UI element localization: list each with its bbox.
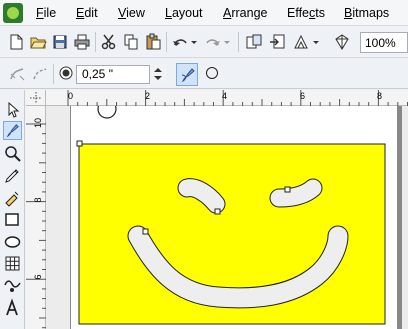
app-logo-icon[interactable] bbox=[3, 3, 23, 23]
graph-paper-tool-icon[interactable] bbox=[3, 254, 22, 273]
nib-width-spinner[interactable] bbox=[149, 65, 166, 84]
node-handle bbox=[76, 140, 83, 147]
ruler-h-label: 8 bbox=[377, 91, 383, 101]
menu-file[interactable]: File bbox=[36, 6, 56, 21]
node-handle bbox=[142, 228, 149, 235]
drawing-canvas[interactable] bbox=[46, 106, 408, 329]
open-icon[interactable] bbox=[29, 33, 47, 51]
ruler-v-label: 8 bbox=[33, 197, 43, 203]
property-bar bbox=[0, 59, 408, 89]
zoom-level-combo[interactable]: 100% bbox=[360, 32, 408, 53]
paste-icon[interactable] bbox=[144, 33, 162, 51]
menu-bitmaps[interactable]: Bitmaps bbox=[344, 6, 389, 21]
ruler-origin-icon bbox=[30, 92, 42, 104]
menu-layout[interactable]: Layout bbox=[165, 6, 203, 21]
auto-close-curve-icon[interactable] bbox=[8, 65, 26, 83]
smudge-tool-icon bbox=[6, 124, 19, 138]
rectangle-tool-icon[interactable] bbox=[3, 210, 22, 229]
ruler-v-label: 10 bbox=[33, 118, 43, 129]
text-tool-icon[interactable] bbox=[3, 298, 22, 317]
menu-bar: File Edit View Layout Arrange Effects Bi… bbox=[0, 0, 408, 26]
horizontal-ruler[interactable]: 0 2 4 6 8 bbox=[46, 90, 408, 106]
cut-icon[interactable] bbox=[100, 33, 118, 51]
zoom-tool-icon[interactable] bbox=[3, 144, 22, 163]
welcome-screen-icon[interactable] bbox=[333, 33, 351, 51]
print-icon[interactable] bbox=[73, 33, 91, 51]
spin-down-icon[interactable] bbox=[154, 76, 162, 80]
toolbox bbox=[0, 90, 25, 329]
import-icon[interactable] bbox=[245, 33, 263, 51]
node-handle bbox=[214, 208, 221, 215]
export-icon[interactable] bbox=[268, 33, 286, 51]
menu-edit[interactable]: Edit bbox=[76, 6, 98, 21]
application-launcher-icon[interactable] bbox=[292, 33, 310, 51]
ruler-h-label: 2 bbox=[145, 91, 151, 101]
vertical-ruler-ticks bbox=[26, 123, 46, 329]
shape-option-circle-icon[interactable] bbox=[206, 67, 218, 79]
launcher-dropdown-icon[interactable] bbox=[312, 33, 320, 51]
smart-fill-tool-icon[interactable] bbox=[3, 188, 22, 207]
ruler-h-label: 0 bbox=[68, 91, 74, 101]
undo-icon[interactable] bbox=[171, 33, 189, 51]
smudge-tool-button[interactable] bbox=[3, 121, 22, 140]
ruler-h-label: 6 bbox=[300, 91, 306, 101]
ruler-h-label: 4 bbox=[222, 91, 228, 101]
nib-size-icon bbox=[59, 66, 73, 80]
smudge-brush-icon bbox=[181, 68, 195, 83]
undo-dropdown-icon[interactable] bbox=[190, 33, 198, 51]
break-apart-icon[interactable] bbox=[31, 65, 49, 83]
copy-icon[interactable] bbox=[122, 33, 140, 51]
menu-arrange[interactable]: Arrange bbox=[223, 6, 267, 21]
basic-shapes-tool-icon[interactable] bbox=[3, 276, 22, 295]
menu-effects[interactable]: Effects bbox=[287, 6, 325, 21]
node-handle bbox=[284, 186, 291, 193]
redo-dropdown-icon[interactable] bbox=[223, 33, 231, 51]
brush-cursor-circle bbox=[97, 106, 117, 119]
vertical-ruler[interactable]: 10 8 6 bbox=[26, 106, 46, 329]
nib-width-value: 0,25 " bbox=[82, 67, 113, 81]
smooth-tool-option-button[interactable] bbox=[176, 63, 198, 86]
spin-up-icon[interactable] bbox=[154, 68, 162, 72]
ruler-v-label: 6 bbox=[33, 274, 43, 280]
zoom-level-value: 100% bbox=[365, 36, 396, 50]
standard-toolbar: 100% bbox=[0, 27, 408, 58]
drawing-layer bbox=[76, 106, 386, 325]
save-icon[interactable] bbox=[51, 33, 69, 51]
redo-icon[interactable] bbox=[204, 33, 222, 51]
pick-tool-icon[interactable] bbox=[3, 100, 22, 119]
menu-view[interactable]: View bbox=[118, 6, 145, 21]
freehand-tool-icon[interactable] bbox=[3, 166, 22, 185]
new-document-icon[interactable] bbox=[7, 33, 25, 51]
ellipse-tool-icon[interactable] bbox=[3, 232, 22, 251]
ruler-origin[interactable] bbox=[26, 90, 46, 106]
